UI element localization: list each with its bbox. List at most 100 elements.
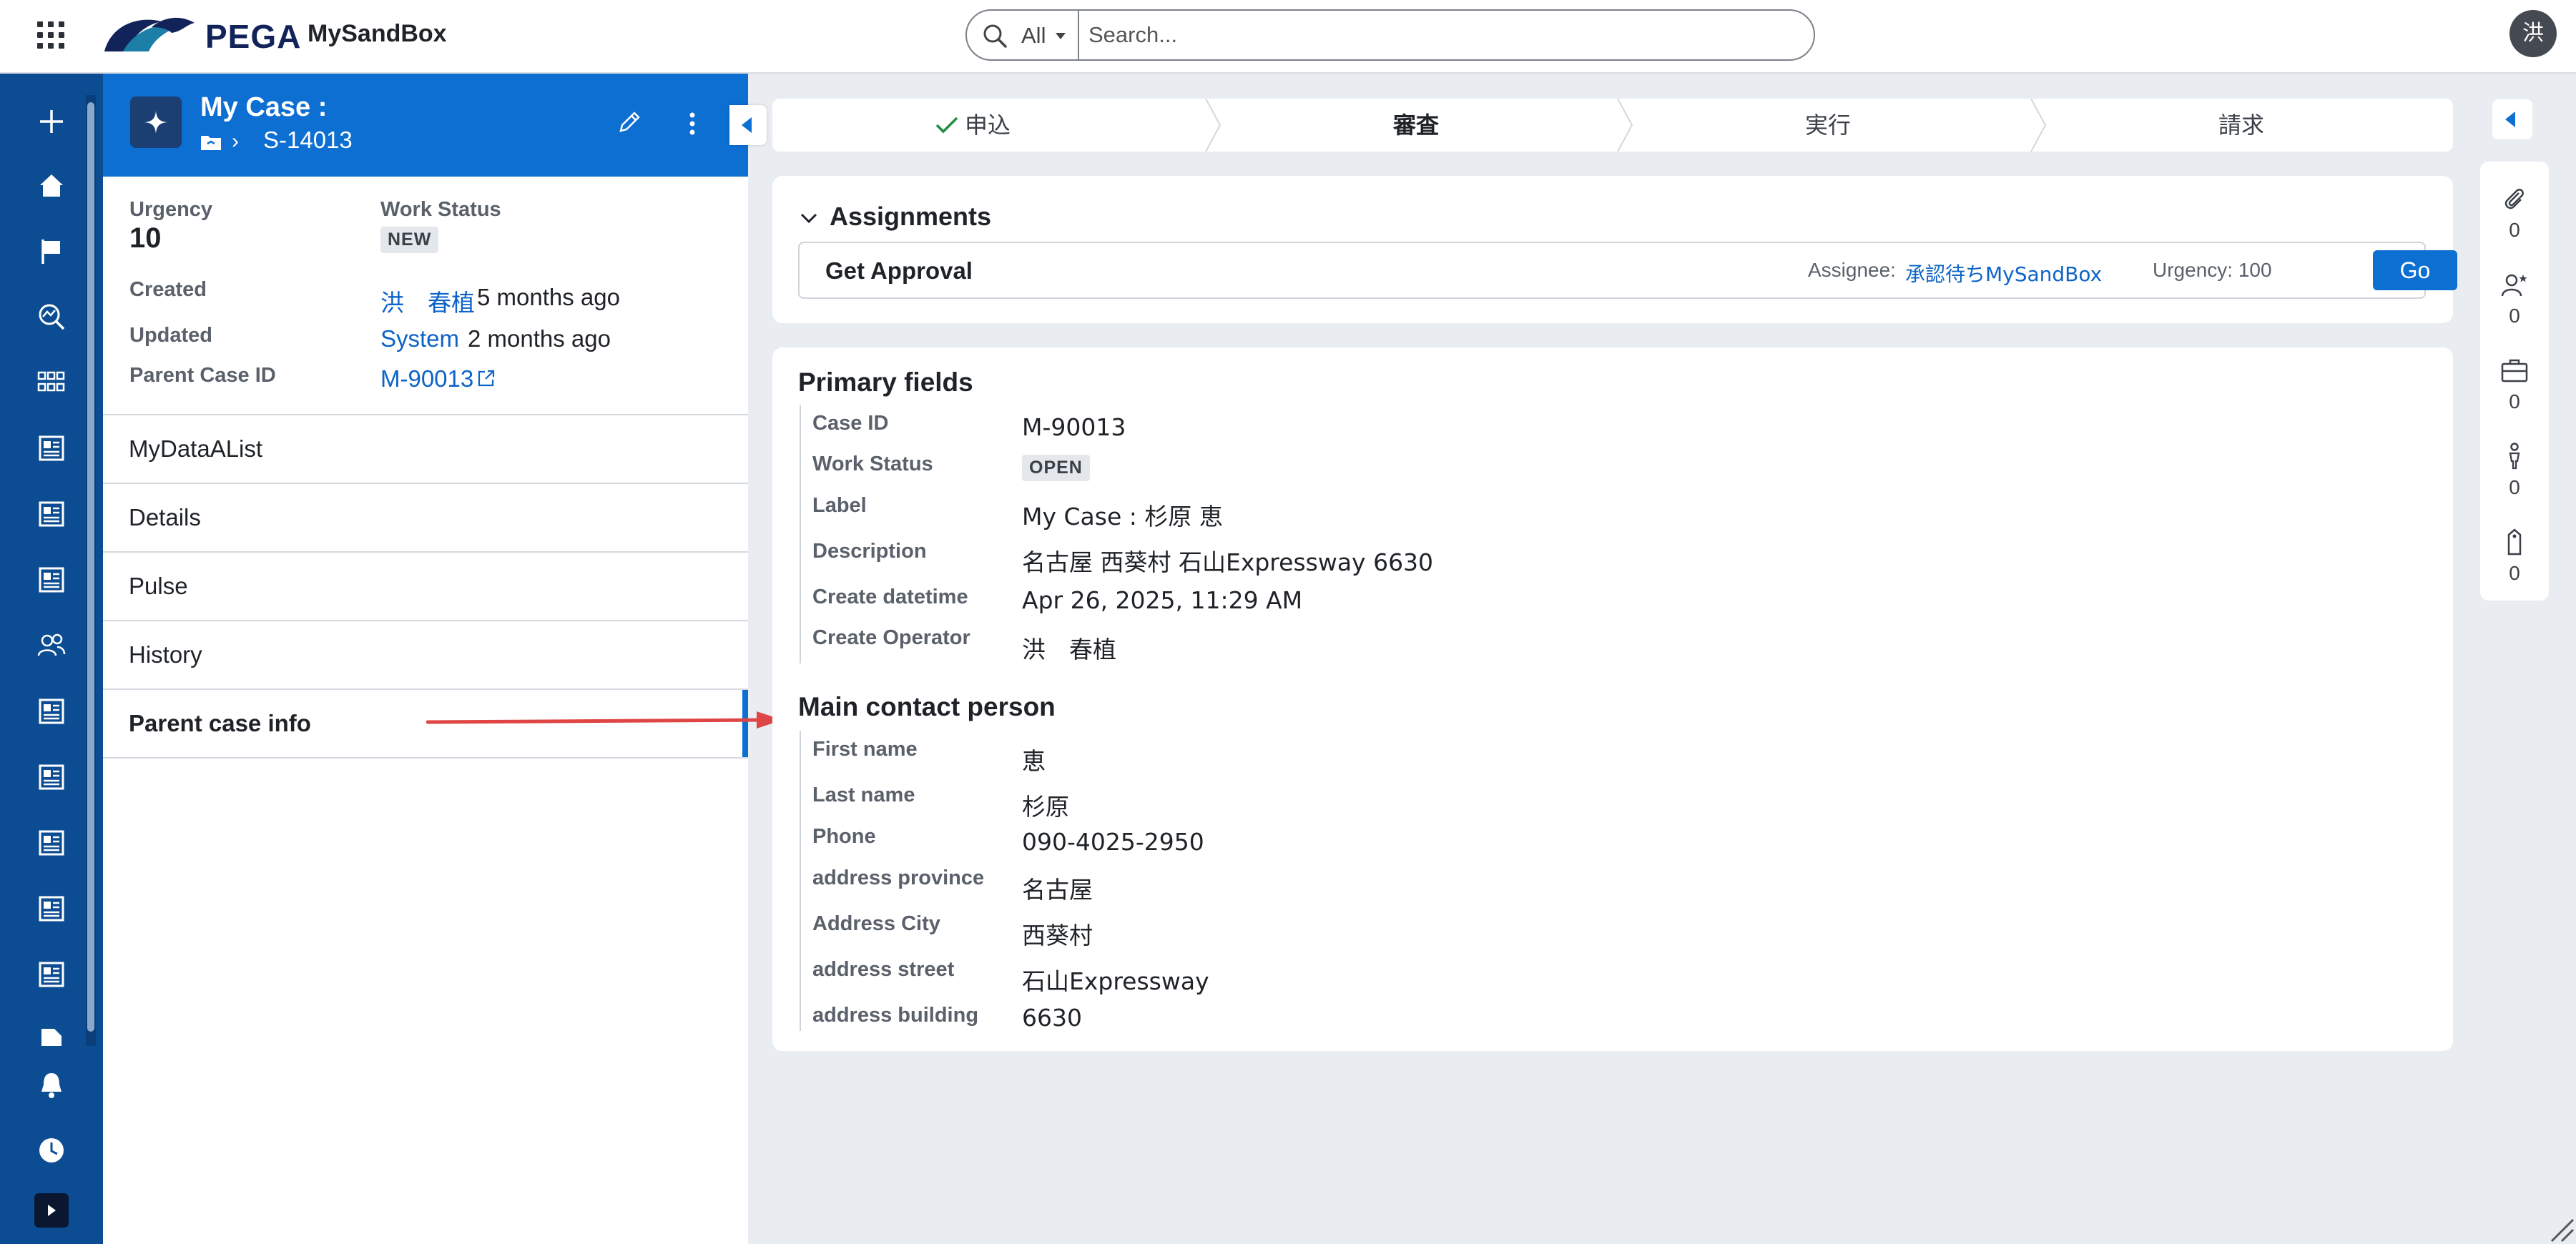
flag-icon[interactable]	[36, 235, 67, 267]
brand-name: PEGA	[205, 18, 302, 55]
primary-fields-heading: Primary fields	[798, 367, 973, 397]
document-icon[interactable]	[36, 827, 67, 859]
annotation-arrow-icon	[426, 711, 782, 729]
parent-case-label: Parent Case ID	[129, 364, 276, 387]
urgency-value: 10	[129, 222, 162, 254]
assignment-name: Get Approval	[825, 257, 973, 284]
briefcase-icon	[2501, 359, 2528, 382]
followers-icon	[2501, 274, 2527, 297]
case-summary-panel: My Case : › S-14013 Urgency 10 Work Stat…	[103, 74, 748, 1244]
go-button[interactable]: Go	[2373, 250, 2457, 290]
utility-stakeholders[interactable]: 0	[2480, 436, 2549, 515]
top-bar: PEGA MySandBox All 洪	[0, 0, 2576, 74]
folder-icon[interactable]	[200, 134, 222, 151]
utility-count: 0	[2509, 305, 2520, 327]
create-plus-icon[interactable]	[36, 106, 67, 137]
clock-icon[interactable]	[36, 1135, 67, 1166]
file-icon[interactable]	[36, 1025, 67, 1046]
nav-scrollbar-thumb[interactable]	[87, 102, 94, 1032]
field-label: Case ID	[812, 412, 889, 435]
updated-label: Updated	[129, 324, 212, 347]
section-divider	[800, 731, 801, 1031]
assignments-card: Assignments Get Approval Assignee: 承認待ちM…	[772, 176, 2457, 323]
field-value: 6630	[1022, 1004, 1082, 1032]
document-icon[interactable]	[36, 959, 67, 990]
field-label: Label	[812, 494, 867, 517]
case-details-card: Primary fields Case ID M-90013 Work Stat…	[772, 347, 2453, 1051]
collapse-utilities-button[interactable]	[2492, 99, 2532, 139]
assignee-label: Assignee:	[1808, 259, 1896, 281]
apps-grid-icon[interactable]	[36, 367, 67, 398]
external-link-icon	[478, 370, 495, 387]
field-label: address street	[812, 958, 955, 981]
bell-icon[interactable]	[36, 1069, 67, 1100]
stage-item-completed[interactable]: 申込	[772, 99, 1173, 152]
utility-attachments[interactable]: 0	[2480, 179, 2549, 257]
utility-tags[interactable]: 0	[2480, 522, 2549, 601]
field-value: My Case : 杉原 恵	[1022, 503, 1223, 530]
app-launcher-icon[interactable]	[37, 21, 67, 51]
field-value: 杉原	[1022, 793, 1069, 821]
section-divider	[800, 405, 801, 663]
edit-pencil-icon[interactable]	[615, 108, 644, 137]
tab-mydataalist[interactable]: MyDataAList	[103, 414, 748, 483]
stage-item-pending[interactable]: 実行	[1628, 99, 2028, 152]
stage-item-current[interactable]: 審査	[1216, 99, 1616, 152]
search-bar: All	[965, 9, 1815, 61]
urgency-label: Urgency	[129, 198, 213, 221]
created-when: 5 months ago	[477, 284, 620, 310]
users-icon[interactable]	[36, 630, 67, 661]
field-label: Create datetime	[812, 586, 968, 608]
utility-count: 0	[2509, 390, 2520, 413]
tab-details[interactable]: Details	[103, 483, 748, 551]
field-label: First name	[812, 738, 918, 761]
assignee-link[interactable]: 承認待ちMySandBox	[1905, 259, 2102, 287]
field-value: 名古屋 西葵村 石山Expressway 6630	[1022, 548, 1434, 576]
field-value: Apr 26, 2025, 11:29 AM	[1022, 586, 1303, 614]
utility-count: 0	[2509, 476, 2520, 498]
paperclip-icon	[2504, 189, 2524, 209]
document-icon[interactable]	[36, 433, 67, 464]
utility-followers[interactable]: 0	[2480, 265, 2549, 343]
field-label: Last name	[812, 784, 915, 806]
user-avatar[interactable]: 洪	[2509, 10, 2557, 57]
document-icon[interactable]	[36, 564, 67, 596]
field-label: Phone	[812, 825, 876, 848]
app-name: MySandBox	[308, 20, 447, 47]
created-by-link[interactable]: 洪 春植	[380, 284, 475, 318]
create-operator-link[interactable]: 洪 春植	[1022, 631, 1116, 665]
tag-icon	[2507, 528, 2522, 556]
sparkle-icon	[144, 111, 167, 134]
stage-item-pending[interactable]: 請求	[2041, 99, 2442, 152]
field-value: 西葵村	[1022, 922, 1093, 949]
insights-search-icon[interactable]	[36, 301, 67, 332]
search-icon	[983, 24, 1007, 48]
chevron-down-icon	[800, 213, 817, 224]
tab-history[interactable]: History	[103, 620, 748, 688]
document-icon[interactable]	[36, 498, 67, 530]
utility-related-cases[interactable]: 0	[2480, 350, 2549, 429]
expand-nav-button[interactable]	[34, 1193, 69, 1228]
document-icon[interactable]	[36, 893, 67, 924]
assignment-row: Get Approval Assignee: 承認待ちMySandBox Urg…	[798, 242, 2457, 299]
home-icon[interactable]	[36, 169, 67, 201]
parent-case-id: M-90013	[380, 365, 474, 392]
updated-by-link[interactable]: System	[380, 325, 459, 352]
pega-logo-icon[interactable]	[102, 11, 199, 56]
field-value: M-90013	[1022, 413, 1126, 441]
document-icon[interactable]	[36, 696, 67, 727]
stage-label: 申込	[964, 112, 1011, 139]
search-input[interactable]	[1088, 18, 1804, 52]
tab-pulse[interactable]: Pulse	[103, 551, 748, 620]
field-value: 石山Expressway	[1022, 967, 1209, 995]
parent-case-link[interactable]: M-90013	[380, 365, 496, 393]
field-value: 恵	[1022, 747, 1046, 775]
document-icon[interactable]	[36, 761, 67, 793]
resize-handle-icon[interactable]	[2546, 1214, 2575, 1243]
field-label: Address City	[812, 912, 940, 935]
collapse-summary-button[interactable]	[729, 105, 767, 145]
more-actions-icon[interactable]	[679, 109, 705, 138]
search-scope-select[interactable]: All	[1021, 23, 1046, 49]
left-nav	[0, 74, 103, 1244]
assignments-toggle[interactable]: Assignments	[800, 202, 991, 232]
